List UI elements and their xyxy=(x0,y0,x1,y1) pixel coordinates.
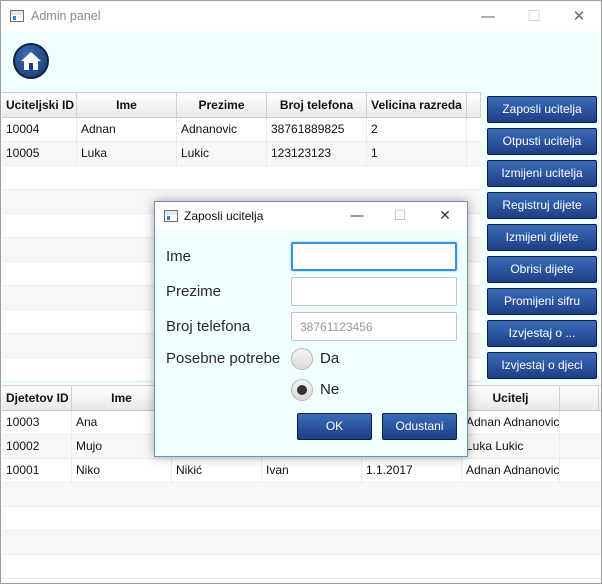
izmijeni-ucitelja-button[interactable]: Izmijeni ucitelja xyxy=(487,160,597,187)
table-cell: Adnan Adnanovic xyxy=(462,411,560,434)
dialog-minimize-button[interactable]: — xyxy=(335,202,379,230)
teachers-table-header: Uciteljski ID Ime Prezime Broj telefona … xyxy=(2,93,481,118)
table-cell: Luka xyxy=(77,142,177,165)
prezime-label: Prezime xyxy=(166,283,222,300)
ne-radio[interactable] xyxy=(291,379,313,401)
column-header[interactable]: Broj telefona xyxy=(267,93,367,117)
odustani-button[interactable]: Odustani xyxy=(382,413,457,440)
dialog-maximize-button[interactable]: ☐ xyxy=(378,202,422,230)
minimize-button[interactable]: — xyxy=(465,1,511,31)
table-cell: Adnanovic xyxy=(177,118,267,141)
home-icon xyxy=(21,52,41,70)
maximize-button[interactable]: ☐ xyxy=(511,1,557,31)
dialog-title: Zaposli ucitelja xyxy=(184,209,264,223)
column-header[interactable]: Velicina razreda xyxy=(367,93,467,117)
zaposli-ucitelja-button[interactable]: Zaposli ucitelja xyxy=(487,96,597,123)
table-row[interactable]: 10005 Luka Lukic 123123123 1 xyxy=(2,142,481,166)
empty-row xyxy=(2,555,601,579)
table-cell: 10003 xyxy=(2,411,72,434)
table-cell: 123123123 xyxy=(267,142,367,165)
table-cell: Niko xyxy=(72,459,172,482)
izmijeni-dijete-button[interactable]: Izmijeni dijete xyxy=(487,224,597,251)
ime-label: Ime xyxy=(166,248,192,265)
table-cell: 38761889825 xyxy=(267,118,367,141)
ok-button[interactable]: OK xyxy=(297,413,372,440)
table-cell: 1 xyxy=(367,142,467,165)
otpusti-ucitelja-button[interactable]: Otpusti ucitelja xyxy=(487,128,597,155)
prezime-input[interactable] xyxy=(291,277,457,306)
table-cell: Luka Lukic xyxy=(462,435,560,458)
app-window-icon xyxy=(164,210,178,222)
empty-row xyxy=(2,483,601,507)
table-cell: Nikić xyxy=(172,459,262,482)
column-header-filler xyxy=(467,93,481,117)
column-header[interactable]: Uciteljski ID xyxy=(2,93,77,117)
posebne-potrebe-label: Posebne potrebe xyxy=(166,350,281,367)
app-window-icon xyxy=(10,10,24,22)
registruj-dijete-button[interactable]: Registruj dijete xyxy=(487,192,597,219)
da-radio-label[interactable]: Da xyxy=(320,350,339,367)
close-button[interactable]: ✕ xyxy=(556,1,602,31)
column-header-filler xyxy=(560,386,599,410)
column-header[interactable]: Prezime xyxy=(177,93,267,117)
table-cell: 10005 xyxy=(2,142,77,165)
table-row[interactable]: 10001 Niko Nikić Ivan 1.1.2017 Adnan Adn… xyxy=(2,459,601,483)
table-cell: 2 xyxy=(367,118,467,141)
title-bar[interactable]: Admin panel — ☐ ✕ xyxy=(1,1,601,31)
obrisi-dijete-button[interactable]: Obrisi dijete xyxy=(487,256,597,283)
column-header[interactable]: Ucitelj xyxy=(462,386,560,410)
da-radio[interactable] xyxy=(291,348,313,370)
home-button[interactable] xyxy=(13,43,49,79)
table-cell: Lukic xyxy=(177,142,267,165)
table-cell: 10004 xyxy=(2,118,77,141)
table-row[interactable]: 10004 Adnan Adnanovic 38761889825 2 xyxy=(2,118,481,142)
dialog-title-bar[interactable]: Zaposli ucitelja — ☐ ✕ xyxy=(155,202,467,230)
table-cell: Adnan Adnanovic xyxy=(462,459,560,482)
table-cell: 10001 xyxy=(2,459,72,482)
window-title: Admin panel xyxy=(31,9,101,23)
empty-row xyxy=(2,507,601,531)
column-header[interactable]: Ime xyxy=(77,93,177,117)
empty-row xyxy=(2,531,601,555)
empty-row xyxy=(2,166,481,190)
dialog-close-button[interactable]: ✕ xyxy=(423,202,467,230)
zaposli-ucitelja-dialog: Zaposli ucitelja — ☐ ✕ Ime Prezime Broj … xyxy=(154,201,468,457)
broj-telefona-input[interactable] xyxy=(291,312,457,341)
table-cell: Adnan xyxy=(77,118,177,141)
table-cell: 10002 xyxy=(2,435,72,458)
table-cell: Ivan xyxy=(262,459,362,482)
broj-telefona-label: Broj telefona xyxy=(166,318,251,335)
column-header[interactable]: Djetetov ID xyxy=(2,386,72,410)
izvjestaj-o-djeci-button[interactable]: Izvjestaj o djeci xyxy=(487,352,597,379)
ne-radio-label[interactable]: Ne xyxy=(320,381,339,398)
izvjestaj-o-button[interactable]: Izvjestaj o ... xyxy=(487,320,597,347)
table-cell: 1.1.2017 xyxy=(362,459,462,482)
promijeni-sifru-button[interactable]: Promijeni sifru xyxy=(487,288,597,315)
ime-input[interactable] xyxy=(291,242,457,271)
